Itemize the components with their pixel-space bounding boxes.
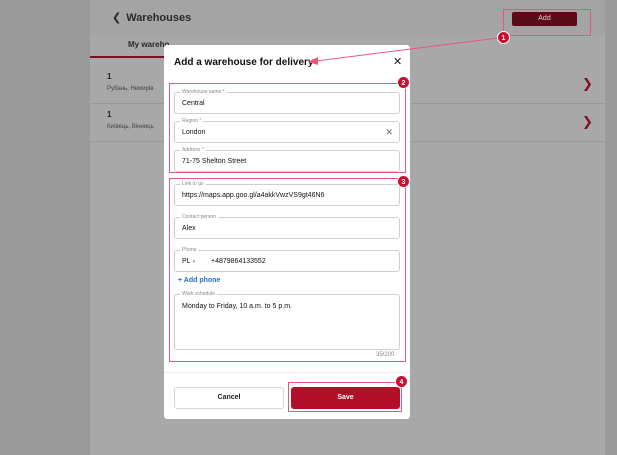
annotation-badge: 3 bbox=[397, 175, 410, 188]
annotation-badge: 2 bbox=[397, 76, 410, 89]
annotation-badge: 4 bbox=[395, 375, 408, 388]
annotation-arrow bbox=[308, 37, 499, 65]
annotation-badge: 1 bbox=[497, 31, 510, 44]
